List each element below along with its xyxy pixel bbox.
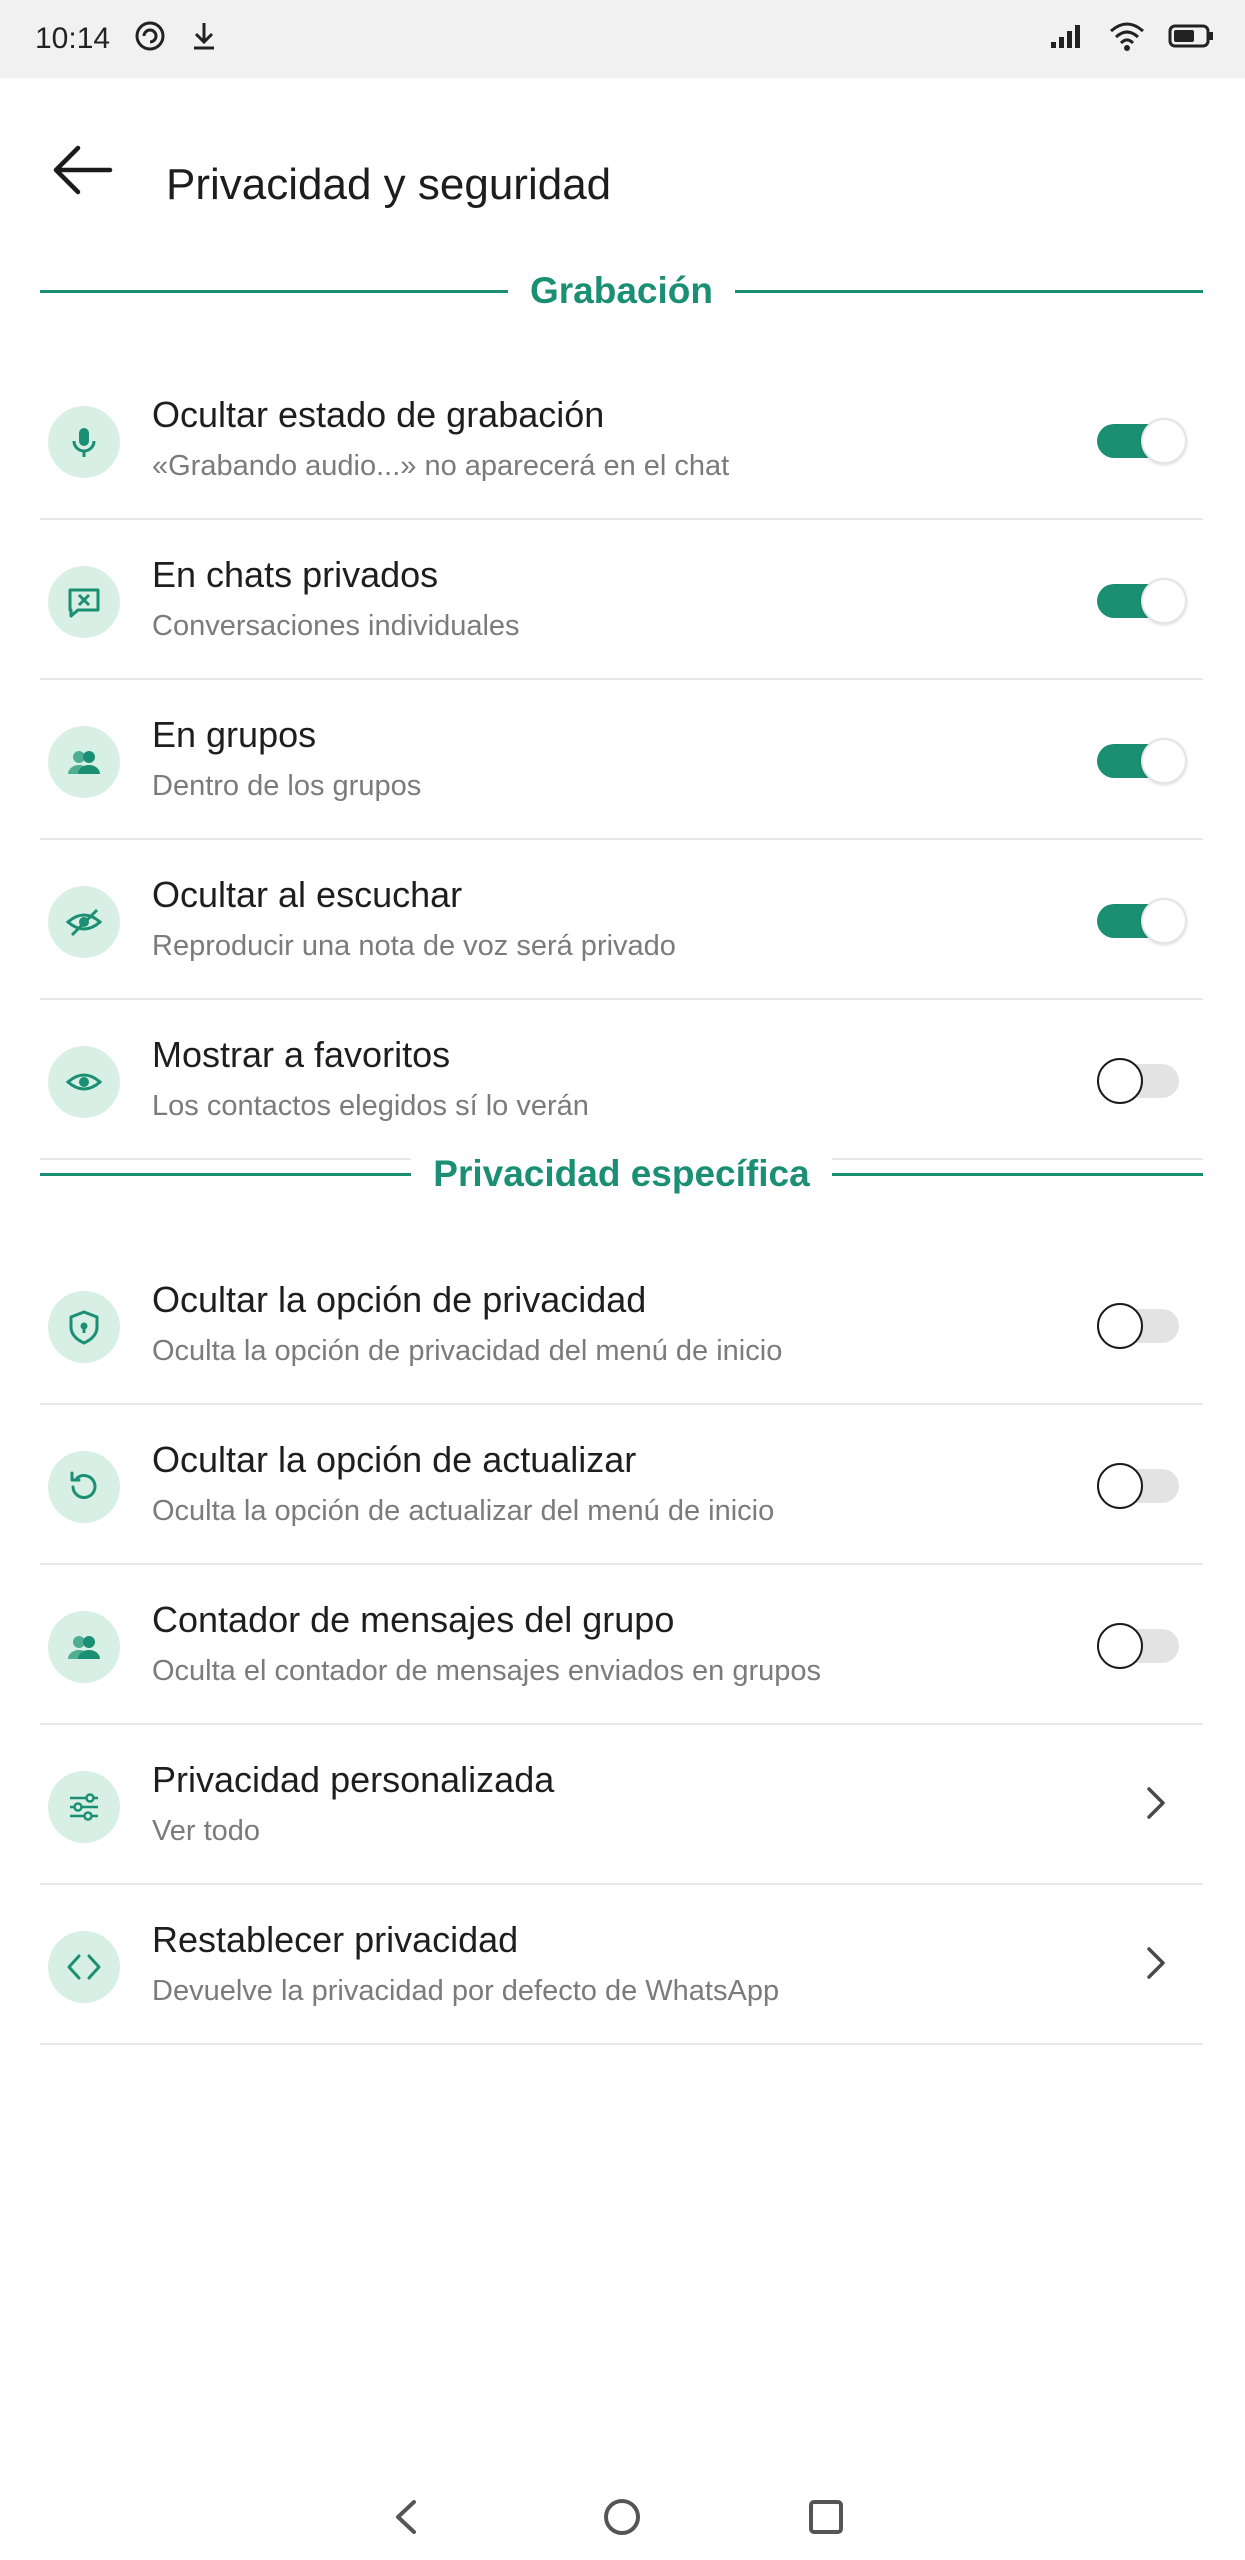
group-icon <box>68 751 100 774</box>
setting-hide-update-option[interactable]: Ocultar la opción de actualizar Oculta l… <box>40 1405 1203 1565</box>
setting-label: En grupos <box>152 714 317 755</box>
setting-hide-privacy-option[interactable]: Ocultar la opción de privacidad Oculta l… <box>40 1245 1203 1405</box>
sliders-icon <box>70 1793 98 1821</box>
section-header-grabacion: Grabación <box>40 262 1203 322</box>
status-bar: 10:14 <box>0 0 1245 78</box>
setting-label: Restablecer privacidad <box>152 1919 519 1960</box>
chat-blocked-icon <box>68 588 100 618</box>
icon-bubble <box>48 1931 120 2003</box>
setting-in-groups[interactable]: En grupos Dentro de los grupos <box>40 680 1203 840</box>
setting-description: Conversaciones individuales <box>152 610 520 642</box>
setting-description: Oculta la opción de actualizar del menú … <box>152 1495 775 1527</box>
section-header-privacidad-especifica: Privacidad específica <box>40 1145 1203 1205</box>
icon-bubble <box>48 726 120 798</box>
signal-icon <box>1051 25 1080 48</box>
group-icon <box>68 1636 100 1659</box>
toggle-switch[interactable] <box>1097 578 1187 624</box>
toggle-switch[interactable] <box>1097 1463 1185 1509</box>
setting-description: Ver todo <box>152 1815 261 1847</box>
toggle-switch[interactable] <box>1097 1058 1185 1104</box>
setting-label: Ocultar la opción de privacidad <box>152 1279 647 1320</box>
setting-show-to-favorites[interactable]: Mostrar a favoritos Los contactos elegid… <box>40 1000 1203 1160</box>
toggle-switch[interactable] <box>1097 898 1187 944</box>
toggle-switch[interactable] <box>1097 1303 1185 1349</box>
setting-description: Oculta el contador de mensajes enviados … <box>152 1655 822 1687</box>
toggle-switch[interactable] <box>1097 1623 1185 1669</box>
download-icon <box>194 23 214 50</box>
eye-icon <box>65 1073 103 1091</box>
setting-label: Contador de mensajes del grupo <box>152 1599 675 1640</box>
section-title: Grabación <box>508 270 735 311</box>
icon-bubble <box>48 1611 120 1683</box>
eye-off-icon <box>65 908 103 937</box>
setting-description: Reproducir una nota de voz será privado <box>152 930 676 962</box>
setting-label: Ocultar al escuchar <box>152 874 463 915</box>
toggle-switch[interactable] <box>1097 738 1187 784</box>
setting-custom-privacy[interactable]: Privacidad personalizada Ver todo <box>40 1725 1203 1885</box>
setting-label: Privacidad personalizada <box>152 1759 555 1800</box>
setting-description: Los contactos elegidos sí lo verán <box>152 1090 589 1122</box>
nav-home-icon[interactable] <box>597 2492 647 2542</box>
chevron-right-icon <box>1147 1947 1165 1979</box>
wifi-icon <box>1110 22 1144 51</box>
status-time: 10:14 <box>35 22 111 55</box>
microphone-icon <box>72 428 96 457</box>
code-icon <box>67 1954 101 1980</box>
icon-bubble <box>48 1046 120 1118</box>
system-nav-bar <box>0 2476 1245 2560</box>
setting-description: «Grabando audio...» no aparecerá en el c… <box>152 450 730 482</box>
setting-hide-when-listening[interactable]: Ocultar al escuchar Reproducir una nota … <box>40 840 1203 1000</box>
icon-bubble <box>48 1291 120 1363</box>
icon-bubble <box>48 1451 120 1523</box>
page-title: Privacidad y seguridad <box>166 160 612 209</box>
nav-recents-icon[interactable] <box>801 2492 851 2542</box>
chevron-right-icon <box>1147 1787 1165 1819</box>
setting-reset-privacy[interactable]: Restablecer privacidad Devuelve la priva… <box>40 1885 1203 2045</box>
back-arrow-icon[interactable] <box>44 130 124 210</box>
shield-icon <box>69 1310 99 1345</box>
setting-private-chats[interactable]: En chats privados Conversaciones individ… <box>40 520 1203 680</box>
toggle-switch[interactable] <box>1097 418 1187 464</box>
setting-description: Dentro de los grupos <box>152 770 422 802</box>
setting-hide-recording-status[interactable]: Ocultar estado de grabación «Grabando au… <box>40 360 1203 520</box>
battery-icon <box>1168 24 1213 48</box>
icon-bubble <box>48 886 120 958</box>
nav-back-icon[interactable] <box>382 2492 432 2542</box>
app-header: Privacidad y seguridad <box>0 78 1245 248</box>
setting-label: Ocultar estado de grabación <box>152 394 605 435</box>
setting-group-message-counter[interactable]: Contador de mensajes del grupo Oculta el… <box>40 1565 1203 1725</box>
icon-bubble <box>48 1771 120 1843</box>
data-saver-icon <box>135 21 165 51</box>
setting-description: Devuelve la privacidad por defecto de Wh… <box>152 1975 780 2007</box>
setting-label: Ocultar la opción de actualizar <box>152 1439 637 1480</box>
section-title: Privacidad específica <box>411 1153 832 1194</box>
setting-description: Oculta la opción de privacidad del menú … <box>152 1335 783 1367</box>
icon-bubble <box>48 406 120 478</box>
icon-bubble <box>48 566 120 638</box>
refresh-icon <box>70 1471 97 1499</box>
setting-label: Mostrar a favoritos <box>152 1034 451 1075</box>
setting-label: En chats privados <box>152 554 439 595</box>
